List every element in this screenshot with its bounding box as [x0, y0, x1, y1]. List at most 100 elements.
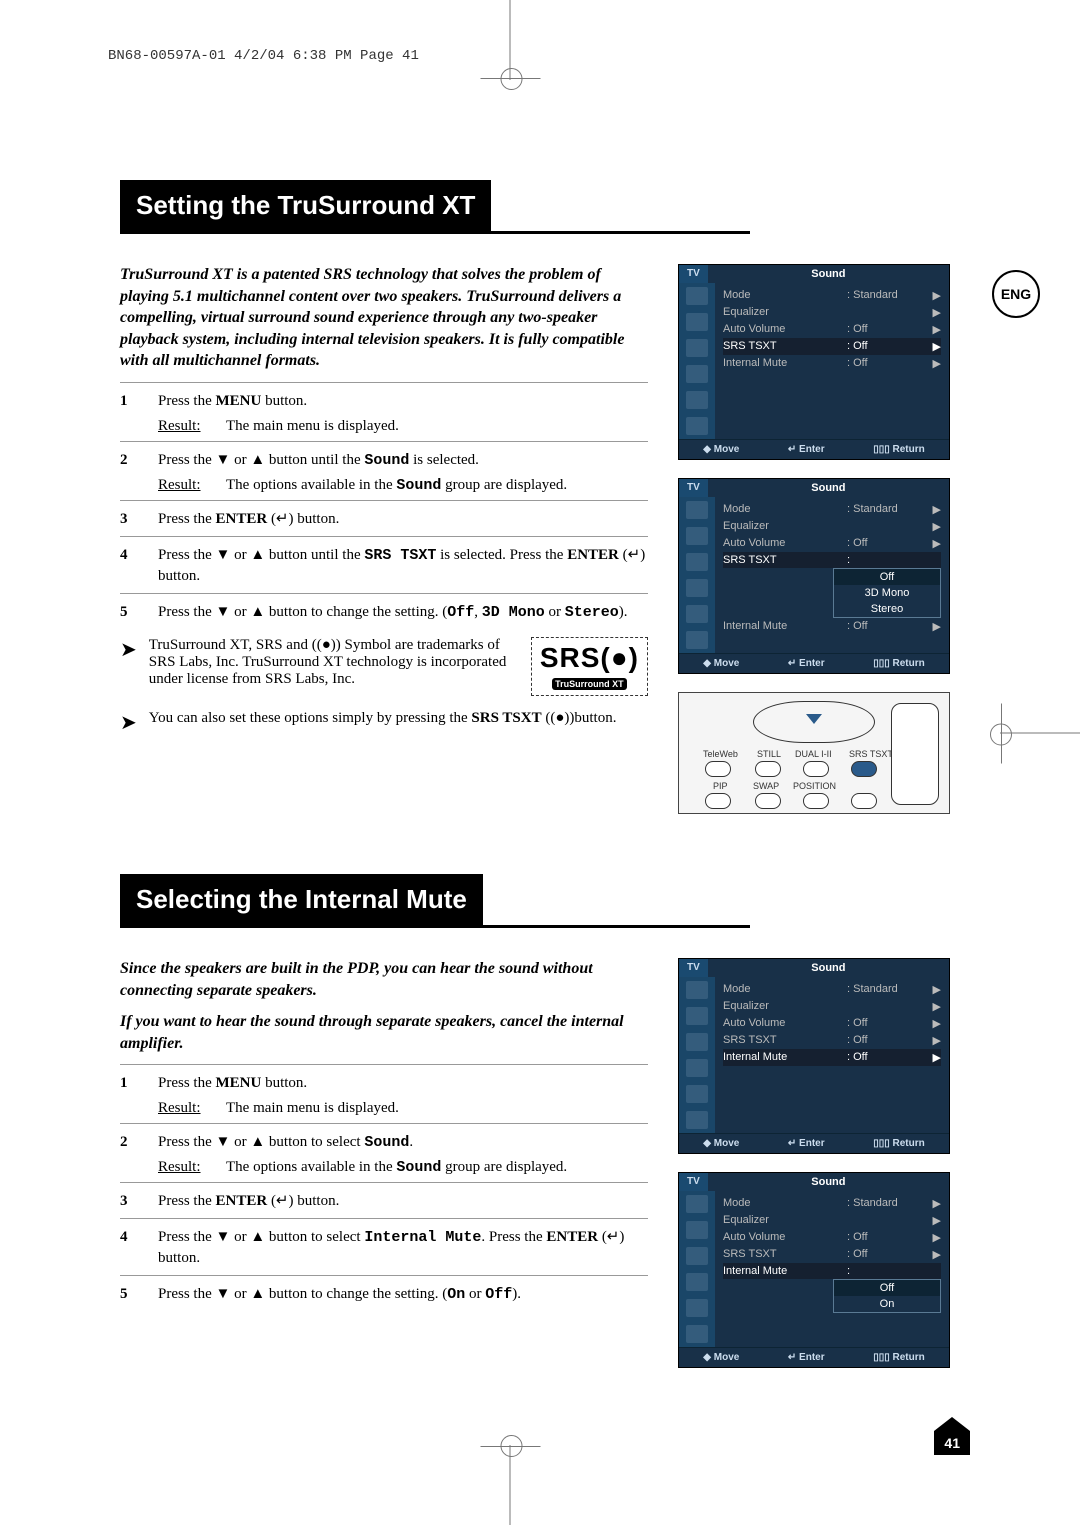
step-number: 4 [120, 1227, 158, 1269]
note-text: You can also set these options simply by… [149, 710, 617, 735]
osd-row-value: : [847, 1265, 927, 1277]
crop-mark-right [1000, 732, 1080, 793]
srs-logo-sub: TruSurround XT [552, 678, 627, 690]
chevron-right-icon: ▶ [927, 620, 941, 633]
osd-title: Sound [708, 265, 949, 283]
osd-tab: TV [679, 479, 708, 497]
manual-page: BN68-00597A-01 4/2/04 6:38 PM Page 41 EN… [0, 0, 1080, 1525]
osd-row-label: SRS TSXT [723, 340, 847, 353]
osd-tab: TV [679, 1173, 708, 1191]
step-body: Press the ENTER (↵) button. [158, 509, 648, 530]
intro-text-2: If you want to hear the sound through se… [120, 1011, 648, 1054]
osd-sidebar [679, 283, 715, 439]
step: 2Press the ▼ or ▲ button to select Sound… [120, 1132, 648, 1153]
osd-menu-row: Equalizer▶ [723, 998, 941, 1015]
remote-label: SRS TSXT [849, 749, 893, 759]
osd-menu-row: Mode: Standard▶ [723, 501, 941, 518]
osd-row-label: Internal Mute [723, 357, 847, 370]
osd-row-value: : Standard [847, 289, 927, 302]
result-text: The main menu is displayed. [226, 418, 399, 435]
chevron-right-icon: ▶ [927, 357, 941, 370]
osd-menu-row: Auto Volume: Off▶ [723, 1229, 941, 1246]
chevron-right-icon: ▶ [927, 306, 941, 319]
chevron-right-icon [927, 554, 941, 566]
remote-label: POSITION [793, 781, 836, 791]
result-text: The options available in the Sound group… [226, 1159, 567, 1176]
remote-button [755, 793, 781, 809]
step-number: 3 [120, 509, 158, 530]
osd-row-value: : Off [847, 1231, 927, 1244]
osd-tab: TV [679, 959, 708, 977]
step-number: 1 [120, 391, 158, 412]
osd-row-value: : Off [847, 1248, 927, 1261]
osd-row-value [847, 306, 927, 319]
result-label: Result: [158, 1100, 226, 1117]
chevron-right-icon: ▶ [927, 983, 941, 996]
osd-row-value: : Off [847, 1034, 927, 1047]
step-body: Press the ▼ or ▲ button to change the se… [158, 1284, 648, 1305]
step: 4Press the ▼ or ▲ button until the SRS T… [120, 545, 648, 587]
osd-foot-enter: ↵ Enter [788, 1352, 825, 1363]
osd-foot-move: ◆ Move [703, 1352, 739, 1363]
osd-row-label: Auto Volume [723, 1017, 847, 1030]
step-body: Press the ▼ or ▲ button until the SRS TS… [158, 545, 648, 587]
chevron-right-icon: ▶ [927, 1231, 941, 1244]
osd-row-label: SRS TSXT [723, 1034, 847, 1047]
osd-sidebar [679, 497, 715, 653]
osd-sidebar [679, 1191, 715, 1347]
section-title: Setting the TruSurround XT [120, 180, 491, 231]
chevron-right-icon: ▶ [927, 323, 941, 336]
osd-menu-row: SRS TSXT: Off▶ [723, 1032, 941, 1049]
chevron-right-icon: ▶ [927, 1017, 941, 1030]
step-body: Press the MENU button. [158, 391, 648, 412]
remote-diagram: TeleWebSTILLDUAL I-IISRS TSXTPIPSWAPPOSI… [678, 692, 950, 814]
result-label: Result: [158, 477, 226, 494]
step-number: 4 [120, 545, 158, 587]
osd-menu-row: Mode: Standard▶ [723, 287, 941, 304]
osd-menu-row: Auto Volume: Off▶ [723, 535, 941, 552]
step-number: 2 [120, 450, 158, 471]
step-body: Press the ▼ or ▲ button until the Sound … [158, 450, 648, 471]
osd-foot-move: ◆ Move [703, 658, 739, 669]
osd-menu-row: Equalizer▶ [723, 518, 941, 535]
remote-button [803, 761, 829, 777]
osd-row-value: : Standard [847, 503, 927, 516]
step-result: Result:The options available in the Soun… [158, 477, 648, 494]
osd-menu-row: SRS TSXT: Off▶ [723, 1246, 941, 1263]
osd-row-label: Equalizer [723, 306, 847, 319]
chevron-right-icon: ▶ [927, 289, 941, 302]
note-icon: ➤ [120, 637, 137, 696]
osd-menu-row: Equalizer▶ [723, 1212, 941, 1229]
osd-menu-row: Equalizer ▶ [723, 304, 941, 321]
osd-foot-return: ▯▯▯ Return [873, 1352, 925, 1363]
osd-row-label: Equalizer [723, 1214, 847, 1227]
osd-row-value: : Off [847, 357, 927, 370]
step-result: Result:The options available in the Soun… [158, 1159, 648, 1176]
doc-header: BN68-00597A-01 4/2/04 6:38 PM Page 41 [108, 48, 419, 64]
osd-row-value: : Off [847, 340, 927, 353]
title-rule [120, 925, 750, 928]
page-number: 41 [934, 1431, 970, 1455]
title-rule [120, 231, 750, 234]
osd-menu-row: Internal Mute: Off▶ [723, 618, 941, 635]
step-number: 5 [120, 602, 158, 623]
tip-note: ➤ You can also set these options simply … [120, 710, 648, 735]
osd-row-value: : Off [847, 1017, 927, 1030]
trademark-note: ➤ TruSurround XT, SRS and ((●)) Symbol a… [120, 637, 648, 696]
crop-mark-top [510, 0, 571, 80]
osd-title: Sound [708, 1173, 949, 1191]
osd-row-value: : Off [847, 537, 927, 550]
remote-button [705, 761, 731, 777]
remote-label: STILL [757, 749, 781, 759]
srs-logo-box: SRS(●) TruSurround XT [531, 637, 648, 696]
osd-row-value [847, 1214, 927, 1227]
osd-sidebar [679, 977, 715, 1133]
osd-foot-return: ▯▯▯ Return [873, 444, 925, 455]
osd-menu-row: SRS TSXT: [723, 552, 941, 568]
osd-option: On [834, 1296, 940, 1312]
srs-logo-text: SRS(●) [540, 642, 639, 674]
remote-button [851, 793, 877, 809]
osd-foot-enter: ↵ Enter [788, 1138, 825, 1149]
osd-foot-return: ▯▯▯ Return [873, 1138, 925, 1149]
osd-row-value: : Off [847, 1051, 927, 1064]
